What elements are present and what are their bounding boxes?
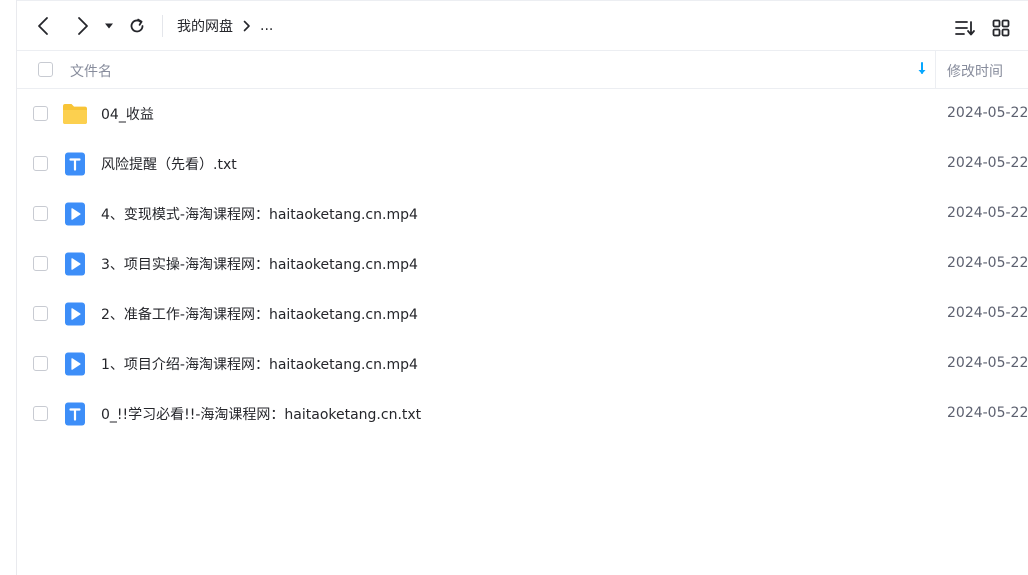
column-header-name[interactable]: 文件名: [70, 61, 112, 81]
text-file-icon: [62, 152, 88, 176]
refresh-button[interactable]: [124, 13, 150, 39]
file-name[interactable]: 风险提醒（先看）.txt: [101, 154, 237, 174]
toolbar: 我的网盘 ...: [17, 1, 1028, 51]
file-row-4[interactable]: 3、项目实操-海淘课程网：haitaoketang.cn.mp4 2024-05…: [17, 239, 1028, 289]
file-row-6[interactable]: 1、项目介绍-海淘课程网：haitaoketang.cn.mp4 2024-05…: [17, 339, 1028, 389]
file-name[interactable]: 2、准备工作-海淘课程网：haitaoketang.cn.mp4: [101, 304, 418, 324]
file-modified-time: 2024-05-22: [947, 105, 1028, 121]
text-file-icon: [62, 402, 88, 426]
row-checkbox[interactable]: [33, 356, 48, 371]
file-row-7[interactable]: 0_!!学习必看!!-海淘课程网：haitaoketang.cn.txt 202…: [17, 389, 1028, 439]
file-row-5[interactable]: 2、准备工作-海淘课程网：haitaoketang.cn.mp4 2024-05…: [17, 289, 1028, 339]
file-name[interactable]: 0_!!学习必看!!-海淘课程网：haitaoketang.cn.txt: [101, 404, 421, 424]
file-name[interactable]: 1、项目介绍-海淘课程网：haitaoketang.cn.mp4: [101, 354, 418, 374]
file-modified-time: 2024-05-22: [947, 205, 1028, 221]
sort-list-icon: [955, 21, 975, 36]
breadcrumb-root[interactable]: 我的网盘: [177, 16, 233, 36]
video-file-icon: [62, 352, 88, 376]
video-file-icon: [62, 302, 88, 326]
grid-view-button[interactable]: [989, 16, 1013, 40]
folder-icon: [62, 102, 88, 126]
row-checkbox[interactable]: [33, 156, 48, 171]
back-button[interactable]: [31, 13, 57, 39]
row-checkbox[interactable]: [33, 406, 48, 421]
toolbar-separator: [162, 15, 163, 37]
video-file-icon: [62, 202, 88, 226]
sort-arrow-down-icon[interactable]: [915, 61, 929, 77]
left-panel-edge: [0, 0, 17, 575]
file-name[interactable]: 04_收益: [101, 104, 154, 124]
row-checkbox[interactable]: [33, 306, 48, 321]
caret-down-icon: [105, 23, 113, 29]
select-all-checkbox[interactable]: [38, 62, 53, 77]
file-name[interactable]: 3、项目实操-海淘课程网：haitaoketang.cn.mp4: [101, 254, 418, 274]
history-dropdown-button[interactable]: [100, 13, 118, 39]
breadcrumb: 我的网盘 ...: [177, 16, 273, 36]
file-modified-time: 2024-05-22: [947, 405, 1028, 421]
breadcrumb-chevron-icon: [243, 20, 251, 32]
file-name[interactable]: 4、变现模式-海淘课程网：haitaoketang.cn.mp4: [101, 204, 418, 224]
file-row-2[interactable]: 风险提醒（先看）.txt 2024-05-22: [17, 139, 1028, 189]
refresh-icon: [130, 18, 144, 33]
file-modified-time: 2024-05-22: [947, 255, 1028, 271]
chevron-left-icon: [38, 17, 48, 35]
file-modified-time: 2024-05-22: [947, 305, 1028, 321]
sort-menu-button[interactable]: [953, 16, 977, 40]
file-list: 04_收益 2024-05-22 风险提醒（先看）.txt 2024-05-22…: [17, 89, 1028, 439]
forward-button[interactable]: [69, 13, 95, 39]
file-modified-time: 2024-05-22: [947, 155, 1028, 171]
file-browser: 我的网盘 ... 文件名 修改时间 04_收益 2024-05-22 风险提醒（…: [17, 0, 1028, 575]
file-row-3[interactable]: 4、变现模式-海淘课程网：haitaoketang.cn.mp4 2024-05…: [17, 189, 1028, 239]
column-divider[interactable]: [935, 51, 936, 88]
row-checkbox[interactable]: [33, 206, 48, 221]
file-row-1[interactable]: 04_收益 2024-05-22: [17, 89, 1028, 139]
chevron-right-icon: [78, 17, 88, 35]
grid-icon: [992, 19, 1010, 37]
table-header: 文件名 修改时间: [17, 51, 1028, 89]
file-modified-time: 2024-05-22: [947, 355, 1028, 371]
video-file-icon: [62, 252, 88, 276]
row-checkbox[interactable]: [33, 106, 48, 121]
breadcrumb-ellipsis[interactable]: ...: [260, 18, 273, 34]
row-checkbox[interactable]: [33, 256, 48, 271]
column-header-time[interactable]: 修改时间: [947, 61, 1003, 81]
